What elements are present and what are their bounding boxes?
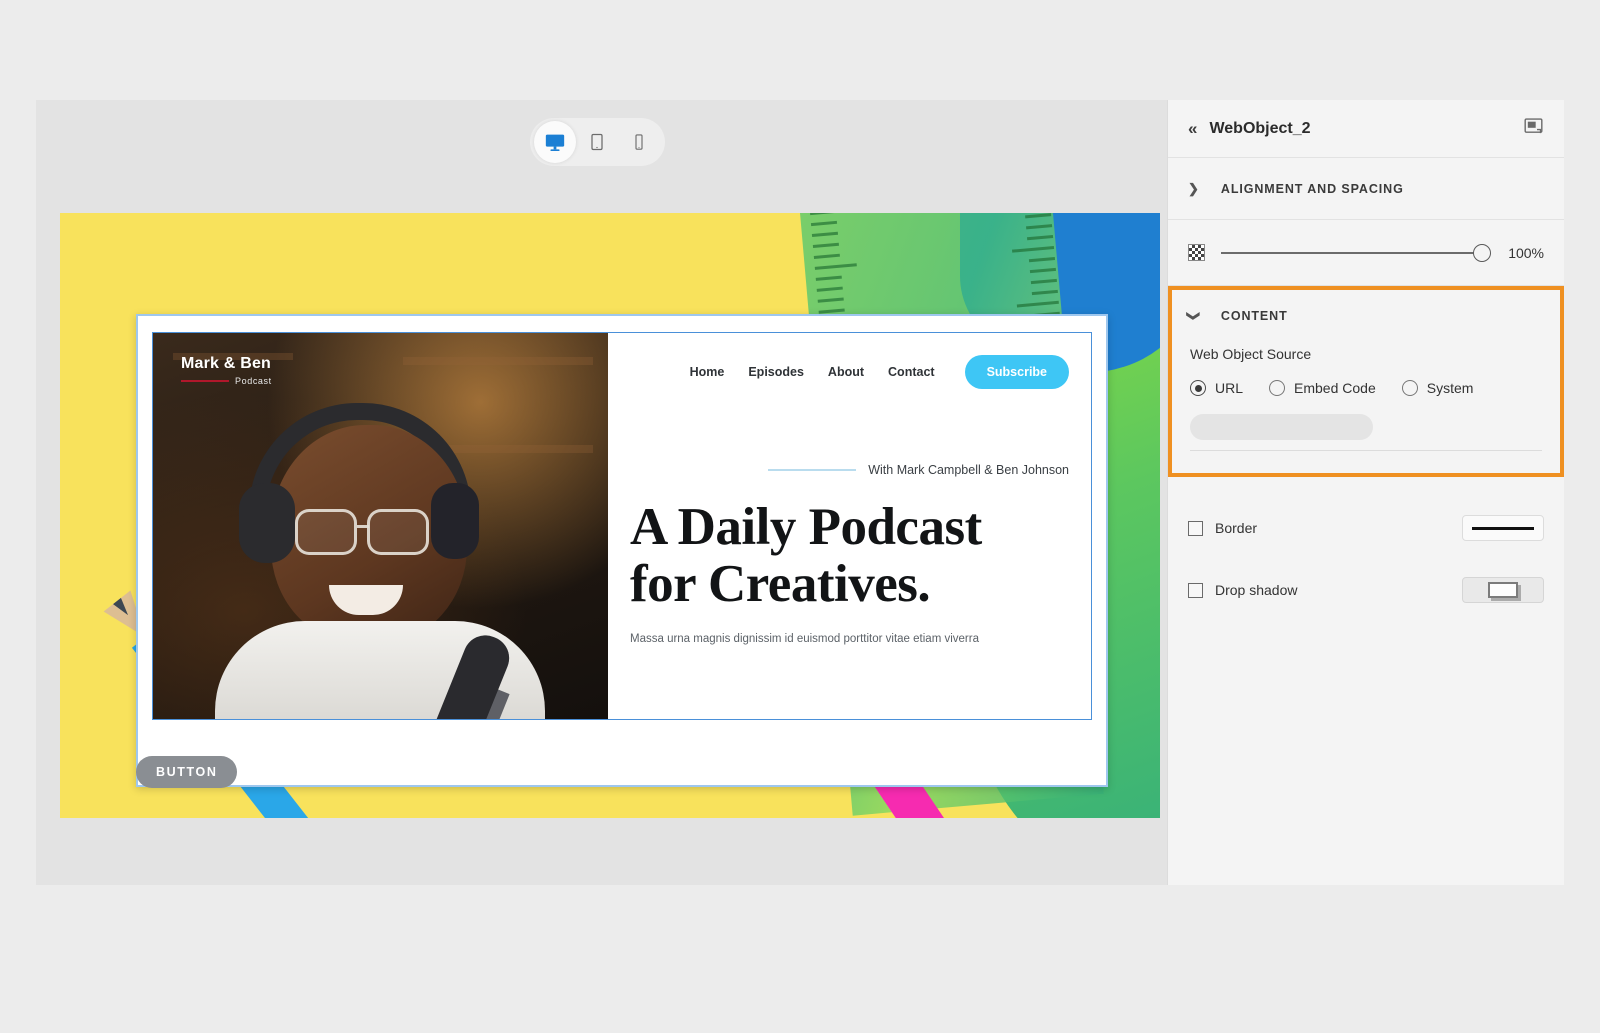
site-logo-sub: Podcast [235, 376, 272, 386]
headline-line-2: for Creatives. [630, 555, 931, 614]
nav-link-about[interactable]: About [828, 365, 864, 379]
border-checkbox[interactable] [1188, 520, 1203, 536]
byline-row: With Mark Campbell & Ben Johnson [630, 463, 1069, 477]
web-object-source-label: Web Object Source [1190, 346, 1312, 362]
slide-canvas[interactable]: 2 3 4 [60, 213, 1160, 818]
chevron-double-left-icon[interactable]: « [1188, 120, 1197, 137]
device-button-desktop[interactable] [534, 121, 576, 163]
radio-option-url[interactable]: URL [1190, 380, 1243, 396]
subscribe-button[interactable]: Subscribe [964, 355, 1069, 389]
canvas-area: 2 3 4 [36, 100, 1167, 885]
chevron-right-icon: ❯ [1188, 180, 1199, 196]
site-logo-subline: Podcast [181, 376, 272, 386]
radio-embed-code-label: Embed Code [1294, 380, 1376, 396]
url-field-underline [1190, 450, 1542, 451]
radio-option-system[interactable]: System [1401, 380, 1474, 396]
preview-in-browser-icon[interactable] [1523, 116, 1544, 142]
application-window: 2 3 4 [36, 100, 1564, 885]
headphone-earcup-right [431, 483, 479, 559]
url-field-wrapper [1172, 414, 1560, 451]
radio-embed-code-icon[interactable] [1269, 380, 1286, 396]
border-label: Border [1215, 520, 1258, 536]
solid-line-icon [1472, 526, 1534, 530]
radio-system-icon[interactable] [1401, 380, 1418, 396]
nav-link-home[interactable]: Home [690, 365, 725, 379]
phone-icon [635, 134, 643, 150]
drop-shadow-checkbox[interactable] [1188, 582, 1203, 598]
drop-shadow-icon [1488, 582, 1518, 598]
radio-option-embed-code[interactable]: Embed Code [1269, 380, 1376, 396]
device-button-phone[interactable] [618, 121, 660, 163]
eyeglass-bridge [357, 525, 369, 528]
byline-text: With Mark Campbell & Ben Johnson [868, 463, 1069, 477]
border-row: Border [1168, 497, 1564, 559]
site-headline: A Daily Podcast for Creatives. [630, 498, 1069, 614]
byline-rule [768, 469, 857, 471]
site-subcopy: Massa urna magnis dignissim id euismod p… [630, 633, 979, 646]
web-object-preview[interactable]: Mark & Ben Podcast Home Episodes About C… [152, 332, 1092, 720]
content-section-label: CONTENT [1220, 309, 1288, 323]
monitor-icon [545, 134, 565, 151]
web-object-source-options: URL Embed Code System [1172, 380, 1560, 396]
radio-url-label: URL [1215, 380, 1244, 396]
eyeglass-lens-left [295, 509, 357, 555]
content-section: ❯ CONTENT Web Object Source URL Embed Co… [1168, 286, 1564, 477]
drop-shadow-row: Drop shadow [1168, 559, 1564, 621]
alignment-and-spacing-section[interactable]: ❯ ALIGNMENT AND SPACING [1168, 158, 1564, 220]
device-preview-toolbar [530, 118, 665, 166]
headphone-earcup-left [239, 483, 295, 563]
device-button-tablet[interactable] [576, 121, 618, 163]
site-navigation: Home Episodes About Contact Subscribe [630, 333, 1069, 411]
nav-link-contact[interactable]: Contact [888, 365, 935, 379]
logo-rule [181, 380, 229, 382]
site-content: Home Episodes About Contact Subscribe Wi… [608, 333, 1091, 719]
checkerboard-icon [1188, 244, 1205, 261]
site-logo[interactable]: Mark & Ben Podcast [181, 355, 272, 386]
eyeglass-lens-right [367, 509, 429, 555]
site-logo-brand: Mark & Ben [181, 355, 272, 372]
podcast-photo: Mark & Ben Podcast [153, 333, 608, 719]
border-checkbox-group[interactable]: Border [1188, 520, 1257, 536]
radio-url-icon[interactable] [1190, 380, 1206, 396]
opacity-slider-handle[interactable] [1473, 243, 1491, 262]
opacity-row: 100% [1168, 220, 1564, 286]
url-input[interactable] [1190, 414, 1373, 440]
content-section-header[interactable]: ❯ CONTENT [1172, 290, 1560, 342]
nav-link-episodes[interactable]: Episodes [748, 365, 804, 379]
radio-system-label: System [1426, 380, 1474, 396]
opacity-value[interactable]: 100% [1488, 245, 1544, 261]
drop-shadow-checkbox-group[interactable]: Drop shadow [1188, 582, 1298, 598]
tablet-icon [591, 133, 603, 151]
panel-title: WebObject_2 [1209, 119, 1311, 137]
drop-shadow-label: Drop shadow [1215, 582, 1298, 598]
drop-shadow-style-swatch[interactable] [1462, 577, 1544, 603]
opacity-slider[interactable] [1221, 243, 1491, 262]
headline-line-1: A Daily Podcast [630, 498, 982, 556]
properties-panel: « WebObject_2 ❯ ALIGNMENT AND SPACING 10… [1167, 100, 1564, 885]
chevron-down-icon: ❯ [1186, 310, 1202, 322]
slide-button[interactable]: BUTTON [136, 756, 238, 788]
panel-header: « WebObject_2 [1168, 100, 1564, 158]
alignment-and-spacing-label: ALIGNMENT AND SPACING [1220, 181, 1404, 196]
border-style-swatch[interactable] [1462, 515, 1544, 541]
